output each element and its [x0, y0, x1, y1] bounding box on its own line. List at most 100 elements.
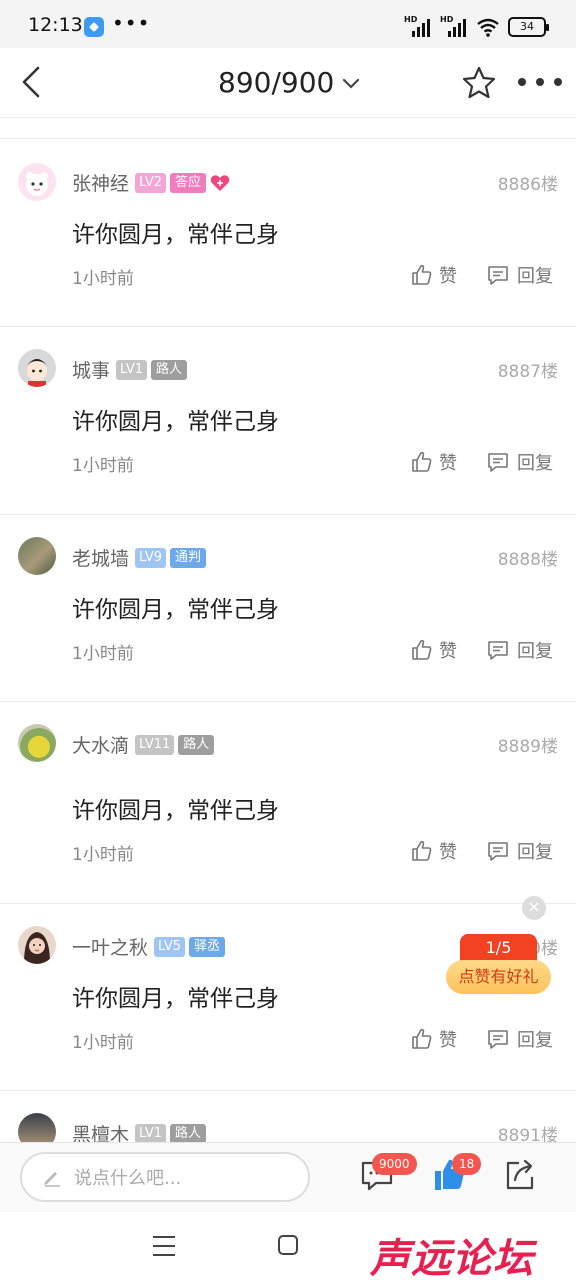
- level-badge: LV11: [135, 734, 175, 755]
- reply-label: 回复: [517, 641, 553, 662]
- back-button[interactable]: [14, 62, 54, 102]
- floor-number: 8887楼: [497, 362, 558, 382]
- reply-button[interactable]: 回复: [487, 838, 553, 864]
- level-badge: LV2: [135, 172, 166, 193]
- signal-icon: HD: [404, 15, 432, 37]
- reply-label: 回复: [517, 453, 553, 474]
- favorite-star-button[interactable]: [460, 64, 498, 102]
- comment-time: 1小时前: [72, 269, 134, 289]
- more-options-button[interactable]: [518, 70, 562, 94]
- reply-button[interactable]: 回复: [487, 262, 553, 288]
- comment-time: 1小时前: [72, 644, 134, 664]
- username[interactable]: 老城墙: [72, 544, 129, 571]
- share-icon: [506, 1159, 534, 1190]
- dot-icon: [536, 78, 544, 86]
- like-button[interactable]: 赞: [411, 637, 457, 663]
- user-info: 张神经 LV2 答应: [72, 169, 230, 196]
- like-reward-promo[interactable]: 1/5 点赞有好礼: [446, 934, 551, 996]
- comment-item: 城事 LV1 路人 8887楼 许你圆月，常伴己身 1小时前 赞 回复: [0, 326, 576, 514]
- comment-text[interactable]: 许你圆月，常伴己身: [72, 979, 279, 1013]
- reply-button[interactable]: 回复: [487, 1026, 553, 1052]
- thumbs-up-icon: [412, 264, 432, 285]
- like-label: 赞: [439, 453, 457, 474]
- thumbs-up-icon: [412, 1028, 432, 1049]
- avatar[interactable]: [18, 1113, 56, 1142]
- role-badge: 通判: [170, 547, 207, 568]
- like-button[interactable]: 赞: [411, 838, 457, 864]
- chevron-down-icon: [343, 78, 360, 89]
- avatar[interactable]: [18, 163, 56, 201]
- share-button[interactable]: [502, 1157, 538, 1193]
- like-label: 赞: [439, 842, 457, 863]
- status-indicators: HD HD 34: [404, 15, 549, 38]
- like-button[interactable]: 赞: [411, 1026, 457, 1052]
- comment-text[interactable]: 许你圆月，常伴己身: [72, 590, 279, 624]
- user-info: 黑檀木 LV1 路人: [72, 1120, 207, 1142]
- comment-text[interactable]: 许你圆月，常伴己身: [72, 791, 279, 825]
- comment-count-badge: 9000: [372, 1153, 417, 1175]
- reply-button[interactable]: 回复: [487, 449, 553, 475]
- level-badge: LV9: [135, 547, 166, 568]
- user-info: 一叶之秋 LV5 驿丞: [72, 933, 226, 960]
- top-header: 890/900: [0, 48, 576, 118]
- dot-icon: [554, 78, 562, 86]
- thumbs-up-icon: [412, 840, 432, 861]
- like-label: 赞: [439, 1030, 457, 1051]
- dot-icon: [518, 78, 526, 86]
- signal-icon-2: HD: [440, 15, 468, 37]
- comment-bubble-icon: [488, 842, 508, 861]
- level-badge: LV1: [116, 359, 147, 380]
- floor-number: 8891楼: [497, 1126, 558, 1142]
- like-button[interactable]: 赞: [411, 449, 457, 475]
- floor-number: 8886楼: [497, 175, 558, 195]
- reply-label: 回复: [517, 266, 553, 287]
- comment-time: 1小时前: [72, 1033, 134, 1053]
- app-notification-icon: [84, 17, 104, 37]
- promo-close-button[interactable]: ×: [522, 896, 546, 920]
- level-badge: LV5: [154, 936, 185, 957]
- avatar[interactable]: [18, 926, 56, 964]
- like-button[interactable]: 赞: [411, 262, 457, 288]
- role-badge: 驿丞: [189, 936, 226, 957]
- like-label: 赞: [439, 266, 457, 287]
- username[interactable]: 张神经: [72, 169, 129, 196]
- level-badge: LV1: [135, 1123, 166, 1142]
- like-count-badge: 18: [452, 1153, 482, 1175]
- floor-number: 8889楼: [497, 737, 558, 757]
- avatar[interactable]: [18, 537, 56, 575]
- comment-text[interactable]: 许你圆月，常伴己身: [72, 215, 279, 249]
- username[interactable]: 大水滴: [72, 731, 129, 758]
- heart-badge-icon: [210, 174, 230, 191]
- recent-apps-button[interactable]: [153, 1236, 175, 1256]
- like-label: 赞: [439, 641, 457, 662]
- reply-label: 回复: [517, 1030, 553, 1051]
- comment-bubble-icon: [488, 266, 508, 285]
- reply-button[interactable]: 回复: [487, 637, 553, 663]
- thumbs-up-icon: [412, 451, 432, 472]
- wifi-icon: [477, 18, 499, 37]
- avatar[interactable]: [18, 724, 56, 762]
- comments-button[interactable]: 9000: [360, 1153, 417, 1193]
- comment-bubble-icon: [488, 453, 508, 472]
- comment-item: 一叶之秋 LV5 驿丞 8890楼 许你圆月，常伴己身 1小时前 赞 回复: [0, 903, 576, 1090]
- role-badge: 路人: [151, 359, 188, 380]
- avatar[interactable]: [18, 349, 56, 387]
- username[interactable]: 城事: [72, 356, 110, 383]
- like-post-button[interactable]: 18: [432, 1153, 482, 1193]
- reply-label: 回复: [517, 842, 553, 863]
- comment-bubble-icon: [488, 641, 508, 660]
- user-info: 老城墙 LV9 通判: [72, 544, 207, 571]
- role-badge: 路人: [178, 734, 215, 755]
- bottom-action-bar: 说点什么吧... 9000 18: [0, 1142, 576, 1212]
- page-selector[interactable]: 890/900: [218, 66, 360, 99]
- comment-input[interactable]: 说点什么吧...: [20, 1152, 310, 1202]
- comment-item: 大水滴 LV11 路人 8889楼 许你圆月，常伴己身 1小时前 赞 回复: [0, 701, 576, 903]
- comment-text[interactable]: 许你圆月，常伴己身: [72, 402, 279, 436]
- comment-input-placeholder: 说点什么吧...: [74, 1168, 182, 1189]
- user-info: 大水滴 LV11 路人: [72, 731, 215, 758]
- username[interactable]: 一叶之秋: [72, 933, 148, 960]
- home-button[interactable]: [278, 1235, 298, 1255]
- comment-item: 黑檀木 LV1 路人 8891楼: [0, 1090, 576, 1142]
- username[interactable]: 黑檀木: [72, 1120, 129, 1142]
- system-nav-bar: 声远论坛: [0, 1212, 576, 1280]
